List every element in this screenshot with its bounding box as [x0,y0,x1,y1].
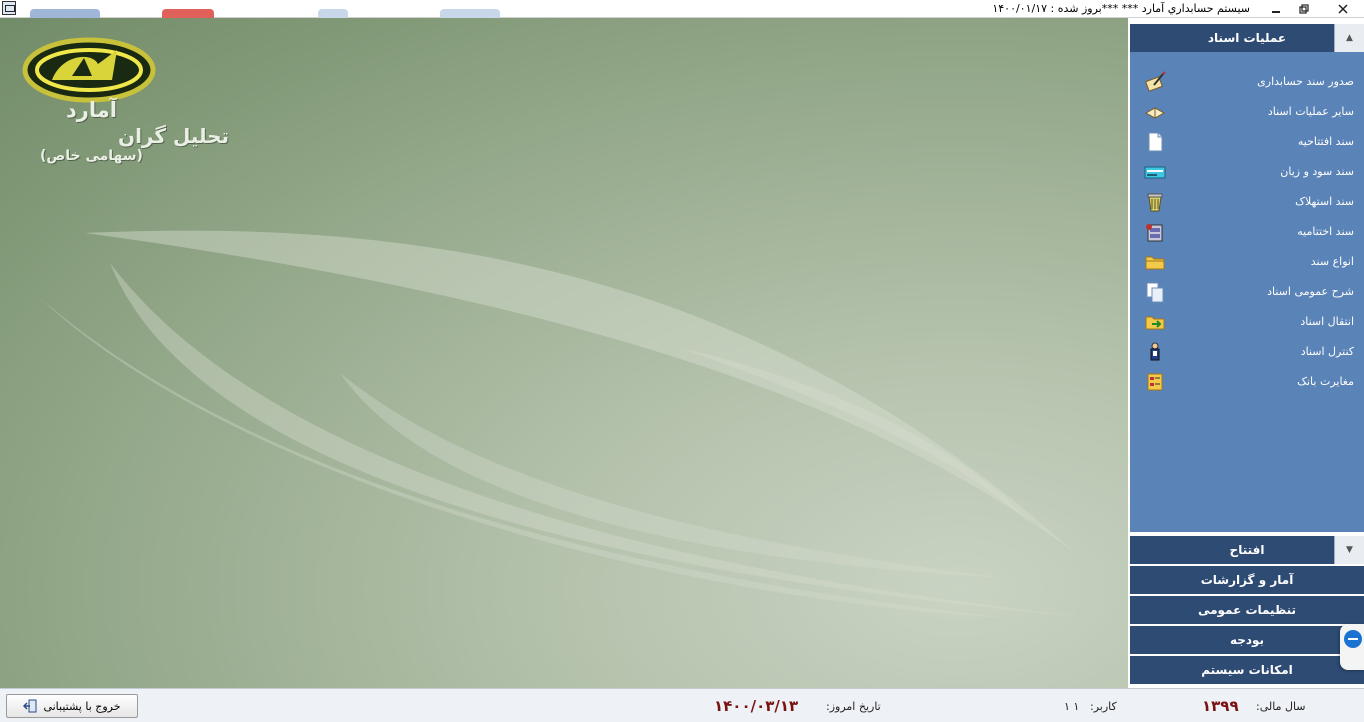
section-header-label: عملیات اسناد [1207,31,1287,45]
close-button[interactable] [1326,0,1360,17]
section-header-label: افتتاح [1229,543,1265,557]
section-header-budget[interactable]: بودجه [1130,626,1364,654]
teamviewer-icon [1344,630,1362,648]
logo-text-type: (سهامی خاص) [40,148,143,164]
menu-item-closing-voucher[interactable]: سند اختتامیه [1130,217,1364,247]
menu-item-issue-voucher[interactable]: صدور سند حسابداری [1130,67,1364,97]
user-label: کاربر: [1090,700,1117,713]
menu-item-label: شرح عمومی اسناد [1267,285,1354,298]
folder-icon [1145,256,1165,270]
menu-item-label: سند استهلاک [1295,195,1354,208]
minimize-button[interactable] [1262,0,1290,17]
menu-item-label: صدور سند حسابداری [1257,75,1354,88]
copy-pages-icon [1146,282,1164,303]
minimize-icon [1272,10,1280,13]
taskbar-remnants [0,0,520,18]
trash-bin-icon [1147,193,1163,212]
menu-item-label: سند سود و زیان [1280,165,1354,178]
section-header-system-features[interactable]: امکانات سیستم [1130,656,1364,684]
main-background: آمارد تحلیل گران (سهامی خاص) [0,18,1128,688]
menu-item-transfer-documents[interactable]: انتقال اسناد [1130,307,1364,337]
menu-item-other-operations[interactable]: سایر عملیات اسناد [1130,97,1364,127]
title-bar: سيستم حسابداري آمارد *** ***بروز شده : ۱… [0,0,1364,18]
logo-text-brand: آمارد [66,98,117,122]
folder-arrow-icon [1145,316,1165,330]
section-header-label: تنظیمات عمومی [1197,603,1297,617]
fiscal-year-value: ۱۳۹۹ [1202,697,1239,715]
close-icon [1338,3,1348,14]
company-logo [22,37,156,103]
background-swoosh-graphic [40,230,1095,618]
section-header-general-settings[interactable]: تنظیمات عمومی [1130,596,1364,624]
section-header-reports[interactable]: آمار و گزارشات [1130,566,1364,594]
exit-support-button[interactable]: خروج با پشتیبانی [6,694,138,718]
section-header-opening[interactable]: افتتاح ▼ [1130,536,1364,564]
sidebar: عملیات اسناد ▲ صدور سند حسابداری سایر عم… [1128,18,1364,688]
section-header-label: امکانات سیستم [1201,663,1293,677]
teamviewer-tab[interactable] [1340,624,1364,670]
menu-item-label: انتقال اسناد [1300,315,1354,328]
user-value: ۱ ۱ [1064,700,1080,713]
menu-item-label: سند افتتاحیه [1297,135,1354,148]
blank-page-icon [1148,132,1163,152]
menu-item-general-description[interactable]: شرح عمومی اسناد [1130,277,1364,307]
menu-item-label: انواع سند [1310,255,1354,268]
checklist-icon [1147,373,1163,391]
exit-button-label: خروج با پشتیبانی [43,699,121,713]
section-header-documents[interactable]: عملیات اسناد ▲ [1130,24,1364,52]
exit-door-icon [23,699,37,713]
chevron-up-icon[interactable]: ▲ [1334,24,1364,52]
cabinet-icon [1146,224,1163,242]
section-header-label: بودجه [1229,633,1265,647]
restore-button[interactable] [1290,0,1318,17]
menu-item-profit-loss[interactable]: سند سود و زیان [1130,157,1364,187]
menu-item-label: سند اختتامیه [1297,225,1354,238]
status-bar: خروج با پشتیبانی ۱۴۰۰/۰۳/۱۳ تاریخ امروز:… [0,688,1364,722]
menu-item-label: مغایرت بانک [1297,375,1354,388]
open-book-icon [1144,107,1166,119]
today-date-value: ۱۴۰۰/۰۳/۱۳ [714,697,799,715]
today-date-label: تاریخ امروز: [826,700,881,713]
keyboard-icon [1144,166,1166,179]
menu-item-control-documents[interactable]: کنترل اسناد [1130,337,1364,367]
fiscal-year-label: سال مالی: [1256,700,1306,713]
menu-item-label: کنترل اسناد [1300,345,1354,358]
menu-item-bank-reconciliation[interactable]: مغایرت بانک [1130,367,1364,397]
menu-item-opening-voucher[interactable]: سند افتتاحیه [1130,127,1364,157]
document-pen-icon [1145,71,1166,92]
inspector-icon [1150,342,1160,361]
menu-item-label: سایر عملیات اسناد [1267,105,1354,118]
logo-text-company: تحلیل گران [118,124,230,148]
menu-item-depreciation[interactable]: سند استهلاک [1130,187,1364,217]
app-icon[interactable] [2,1,16,15]
chevron-down-icon[interactable]: ▼ [1334,536,1364,564]
section-header-label: آمار و گزارشات [1200,573,1294,587]
menu-item-voucher-types[interactable]: انواع سند [1130,247,1364,277]
documents-panel: صدور سند حسابداری سایر عملیات اسناد سند … [1130,52,1364,532]
restore-icon [1299,3,1309,14]
window-title: سيستم حسابداري آمارد *** ***بروز شده : ۱… [992,2,1250,15]
